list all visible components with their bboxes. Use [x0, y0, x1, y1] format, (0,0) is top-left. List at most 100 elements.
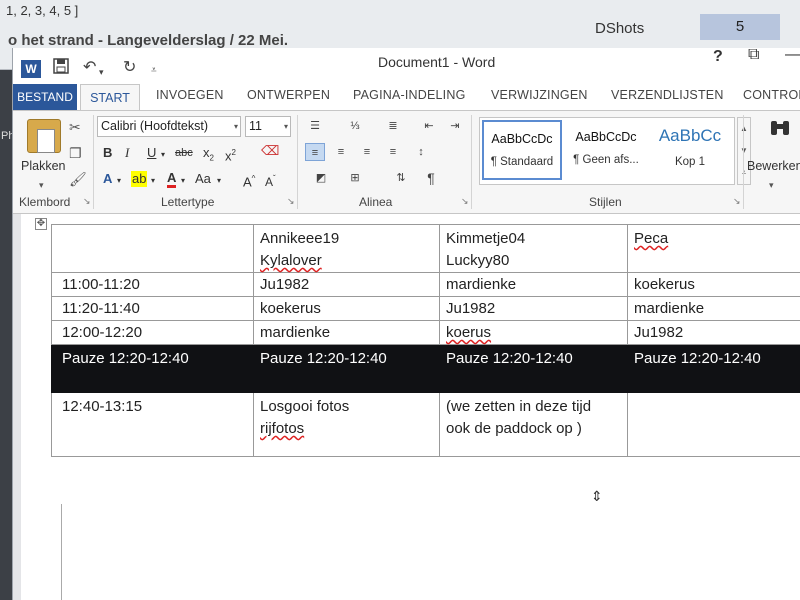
minimize-button[interactable]: —	[785, 48, 800, 64]
tab-file[interactable]: BESTAND	[13, 84, 77, 110]
save-icon[interactable]	[53, 58, 69, 80]
binoculars-icon[interactable]	[769, 119, 791, 145]
font-color-dropdown-icon[interactable]: ▾	[181, 173, 185, 189]
decrease-indent-icon[interactable]: ⇤	[419, 117, 439, 135]
table-cell[interactable]: koekerus	[627, 272, 800, 297]
group-divider	[743, 115, 744, 209]
paragraph-launcher-icon[interactable]: ↘	[461, 196, 469, 207]
underline-button[interactable]: U	[147, 145, 156, 161]
table-cell[interactable]: (we zetten in deze tijd ook de paddock op…	[439, 392, 628, 457]
document-page[interactable]: ✥ Annikeee19 Kylalover Kimmetje04 Luckyy80…	[21, 214, 800, 600]
change-case-dropdown-icon[interactable]: ▾	[217, 173, 221, 189]
table-cell[interactable]: 12:00-12:20	[51, 320, 254, 345]
table-cell[interactable]: Losgooi fotos rijfotos	[253, 392, 440, 457]
tab-review[interactable]: CONTROL	[743, 88, 800, 102]
font-color-icon[interactable]: A	[167, 171, 177, 188]
paste-icon[interactable]	[27, 119, 61, 153]
font-family-select[interactable]: Calibri (Hoofdtekst) ▾	[97, 116, 241, 137]
clear-formatting-icon[interactable]: ⌫	[261, 143, 279, 159]
table-cell[interactable]: Pauze 12:20-12:40	[253, 344, 440, 393]
text-effects-icon[interactable]: A	[103, 171, 112, 187]
change-case-icon[interactable]: Aa	[195, 171, 211, 187]
table-cell[interactable]: mardienke	[439, 272, 628, 297]
background-top-text: 1, 2, 3, 4, 5 ]	[6, 3, 79, 18]
highlight-color-icon[interactable]: ab	[131, 171, 148, 187]
schedule-table[interactable]: Annikeee19 Kylalover Kimmetje04 Luckyy80 P…	[51, 224, 800, 457]
table-move-handle-icon[interactable]: ✥	[35, 218, 47, 230]
redo-icon[interactable]: ↻	[123, 58, 136, 78]
table-cell[interactable]: koekerus	[253, 296, 440, 321]
table-cell[interactable]: 11:00-11:20	[51, 272, 254, 297]
undo-icon[interactable]: ↶	[83, 58, 96, 78]
ribbon-display-options-icon[interactable]: ⧉	[748, 48, 759, 64]
underline-dropdown-icon[interactable]: ▾	[161, 147, 165, 163]
style-no-spacing[interactable]: AaBbCcDc ¶ Geen afs...	[566, 120, 646, 180]
clipboard-launcher-icon[interactable]: ↘	[83, 196, 91, 207]
table-cell[interactable]: 11:20-11:40	[51, 296, 254, 321]
cell-line: rijfotos	[260, 420, 305, 437]
table-cell[interactable]: Peca	[627, 224, 800, 273]
tab-references[interactable]: VERWIJZINGEN	[491, 88, 588, 102]
copy-icon[interactable]: ❐	[69, 145, 82, 161]
editing-label[interactable]: Bewerken	[747, 159, 800, 173]
style-heading-1[interactable]: AaBbCc Kop 1	[650, 120, 730, 180]
subscript-button[interactable]: x2	[203, 145, 214, 167]
cut-icon[interactable]: ✂	[69, 119, 81, 135]
tab-mailings[interactable]: VERZENDLIJSTEN	[611, 88, 724, 102]
table-cell[interactable]: 12:40-13:15	[51, 392, 254, 457]
paste-dropdown-icon[interactable]: ▾	[39, 177, 44, 193]
help-button[interactable]: ?	[713, 48, 723, 66]
table-cell[interactable]: mardienke	[627, 296, 800, 321]
editing-dropdown-icon[interactable]: ▾	[769, 177, 774, 193]
align-center-button[interactable]: ≡	[331, 143, 351, 161]
font-launcher-icon[interactable]: ↘	[287, 196, 295, 207]
superscript-button[interactable]: x2	[225, 145, 236, 164]
sort-icon[interactable]: ⇅	[391, 169, 411, 187]
table-cell[interactable]: Pauze 12:20-12:40	[627, 344, 800, 393]
font-size-select[interactable]: 11 ▾	[245, 116, 291, 137]
table-cell[interactable]: Pauze 12:20-12:40	[439, 344, 628, 393]
table-cell[interactable]	[627, 392, 800, 457]
table-cell[interactable]: Annikeee19 Kylalover	[253, 224, 440, 273]
style-standard[interactable]: AaBbCcDc ¶ Standaard	[482, 120, 562, 180]
numbering-icon[interactable]: ⅓	[345, 117, 365, 135]
tab-design[interactable]: ONTWERPEN	[247, 88, 330, 102]
paste-button-label[interactable]: Plakken	[21, 159, 65, 173]
styles-launcher-icon[interactable]: ↘	[733, 196, 741, 207]
table-cell[interactable]: Pauze 12:20-12:40	[51, 344, 254, 393]
table-cell[interactable]: Ju1982	[253, 272, 440, 297]
shading-icon[interactable]: ◩	[311, 169, 331, 187]
bold-button[interactable]: B	[103, 145, 112, 161]
increase-indent-icon[interactable]: ⇥	[445, 117, 465, 135]
justify-button[interactable]: ≡	[383, 143, 403, 161]
multilevel-list-icon[interactable]: ≣	[383, 117, 403, 135]
tab-start[interactable]: START	[80, 84, 140, 111]
word-logo-icon[interactable]: W	[21, 60, 41, 78]
line-spacing-icon[interactable]: ↕	[411, 143, 431, 161]
shrink-font-icon[interactable]: Aˇ	[265, 171, 276, 190]
borders-icon[interactable]: ⊞	[345, 169, 365, 187]
align-right-button[interactable]: ≡	[357, 143, 377, 161]
italic-button[interactable]: I	[125, 145, 129, 161]
style-name: Kop 1	[674, 156, 706, 168]
tab-page-layout[interactable]: PAGINA-INDELING	[353, 88, 466, 102]
format-painter-icon[interactable]: 🖌	[69, 171, 87, 187]
table-cell[interactable]: Ju1982	[439, 296, 628, 321]
text-effects-dropdown-icon[interactable]: ▾	[117, 173, 121, 189]
table-cell[interactable]: koerus	[439, 320, 628, 345]
table-cell[interactable]	[51, 224, 254, 273]
highlight-dropdown-icon[interactable]: ▾	[151, 173, 155, 189]
undo-dropdown-icon[interactable]: ▾	[99, 62, 104, 82]
styles-scroll[interactable]: ▲ ▼ ⩡	[737, 117, 751, 185]
tab-insert[interactable]: INVOEGEN	[156, 88, 224, 102]
strikethrough-button[interactable]: abc	[175, 145, 193, 161]
customize-qat-icon[interactable]: ⩡	[151, 61, 157, 81]
align-left-button[interactable]: ≡	[305, 143, 325, 161]
table-cell[interactable]: mardienke	[253, 320, 440, 345]
grow-font-icon[interactable]: A^	[243, 171, 255, 190]
table-cell[interactable]: Kimmetje04 Luckyy80	[439, 224, 628, 273]
table-cell[interactable]: Ju1982	[627, 320, 800, 345]
bullets-icon[interactable]: ☰	[305, 117, 325, 135]
chevron-up-icon[interactable]: ▲	[738, 118, 750, 140]
show-paragraph-marks-icon[interactable]: ¶	[421, 169, 441, 187]
